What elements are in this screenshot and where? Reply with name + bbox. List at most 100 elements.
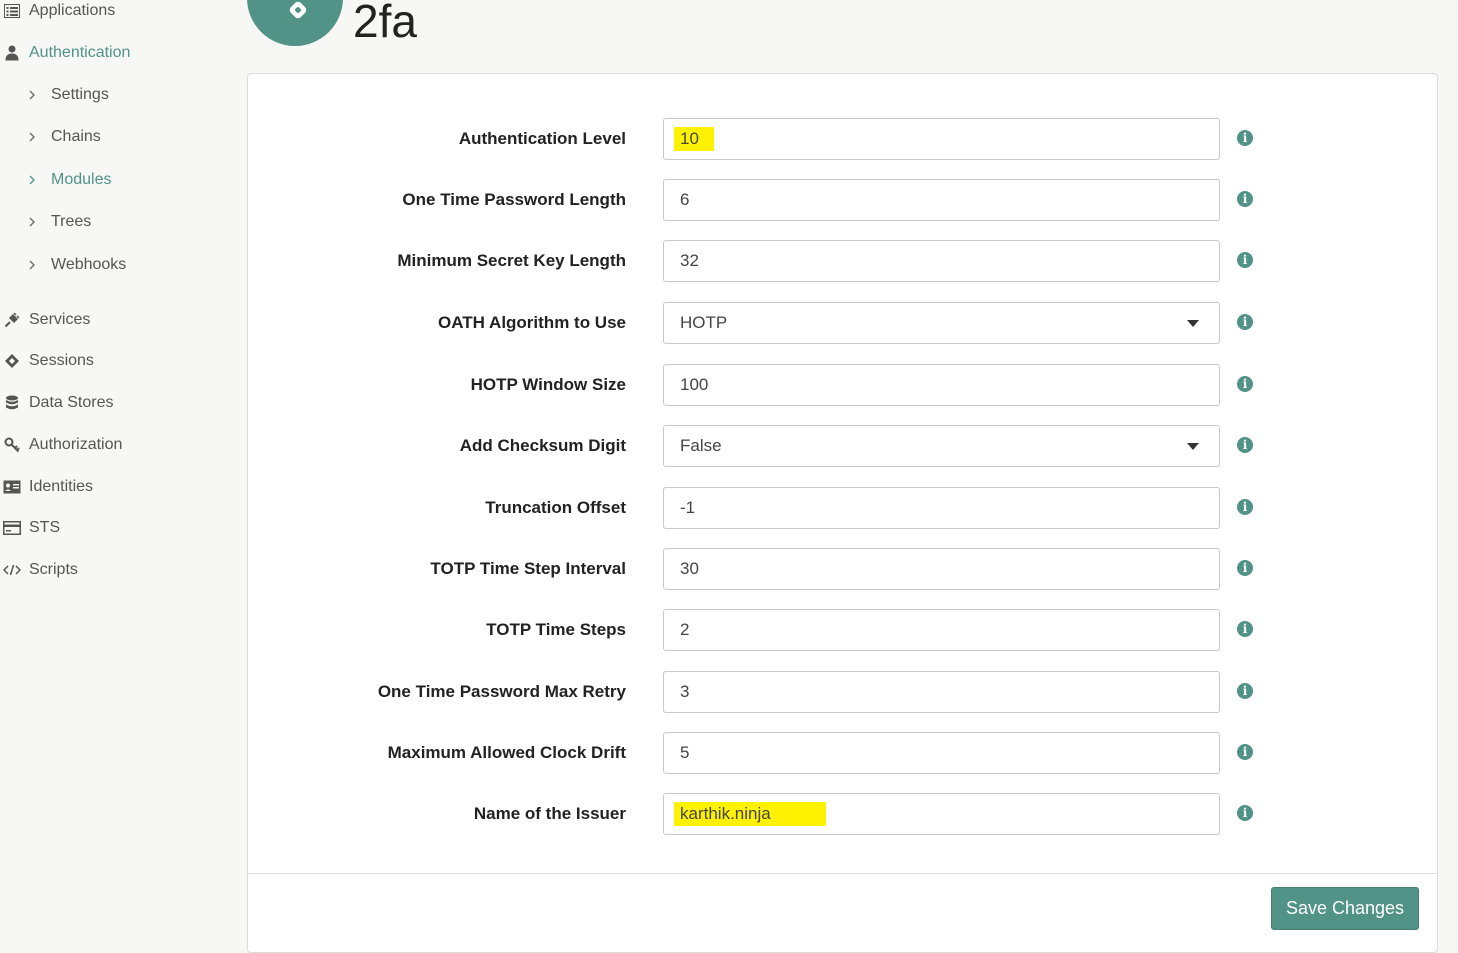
- form-row: TOTP Time Steps 2 i: [248, 609, 1438, 651]
- field-value: 30: [680, 559, 699, 578]
- sidebar-subitem-label: Settings: [51, 86, 109, 103]
- sidebar-item-applications[interactable]: Applications: [0, 0, 115, 28]
- sidebar-item-services[interactable]: Services: [0, 303, 90, 337]
- field-label: Minimum Secret Key Length: [397, 251, 626, 270]
- sidebar-subitem-webhooks[interactable]: Webhooks: [28, 248, 126, 282]
- text-input[interactable]: 30: [663, 548, 1220, 590]
- module-logo: [247, 0, 343, 46]
- credit-card-icon: [3, 519, 21, 537]
- form-row: Name of the Issuer karthik.ninja i: [248, 793, 1438, 835]
- field-label: One Time Password Max Retry: [377, 682, 626, 701]
- key-icon: [3, 436, 21, 454]
- info-icon[interactable]: i: [1237, 621, 1253, 637]
- sidebar-subitem-modules[interactable]: Modules: [28, 163, 111, 197]
- sidebar-subitem-trees[interactable]: Trees: [28, 205, 91, 239]
- form-row: Minimum Secret Key Length 32 i: [248, 240, 1438, 282]
- info-icon[interactable]: i: [1237, 314, 1253, 330]
- info-icon[interactable]: i: [1237, 805, 1253, 821]
- info-icon[interactable]: i: [1237, 683, 1253, 699]
- sidebar-item-sts[interactable]: STS: [0, 511, 60, 545]
- sidebar-subitem-settings[interactable]: Settings: [28, 78, 109, 112]
- chevron-right-icon: [28, 260, 42, 270]
- text-input[interactable]: 3: [663, 671, 1220, 713]
- sidebar-subitem-label: Chains: [51, 128, 101, 145]
- text-input[interactable]: -1: [663, 487, 1220, 529]
- sidebar-item-identities[interactable]: Identities: [0, 470, 93, 504]
- caret-down-icon[interactable]: [1187, 443, 1199, 450]
- divider: [248, 873, 1438, 874]
- save-changes-button[interactable]: Save Changes: [1271, 887, 1419, 930]
- plug-icon: [3, 311, 21, 329]
- user-icon: [3, 44, 21, 62]
- text-input[interactable]: 6: [663, 179, 1220, 221]
- link-icon: [287, 0, 309, 21]
- sidebar: Applications Authentication Settings Cha…: [0, 0, 240, 938]
- form-row: Add Checksum Digit False i: [248, 425, 1438, 467]
- sidebar-item-authentication[interactable]: Authentication: [0, 36, 130, 70]
- module-settings-card: Authentication Level 10 i One Time Password…: [247, 73, 1438, 953]
- sidebar-item-data-stores[interactable]: Data Stores: [0, 386, 113, 420]
- form-row: OATH Algorithm to Use HOTP i: [248, 302, 1438, 344]
- sidebar-item-label: Authentication: [29, 44, 131, 61]
- field-label: Add Checksum Digit: [459, 436, 626, 455]
- sidebar-item-label: Scripts: [29, 561, 78, 578]
- caret-down-icon[interactable]: [1187, 320, 1199, 327]
- select-field[interactable]: HOTP: [663, 302, 1220, 344]
- info-icon[interactable]: i: [1237, 560, 1253, 576]
- field-label: OATH Algorithm to Use: [438, 313, 626, 332]
- chevron-right-icon: [28, 175, 42, 185]
- sidebar-item-label: Applications: [29, 2, 116, 19]
- form-row: Truncation Offset -1 i: [248, 487, 1438, 529]
- chevron-right-icon: [28, 132, 42, 142]
- field-value: 3: [680, 682, 690, 701]
- sidebar-subitem-label: Modules: [51, 171, 112, 188]
- field-value: 10: [680, 129, 699, 148]
- info-icon[interactable]: i: [1237, 376, 1253, 392]
- field-value: 32: [680, 251, 699, 270]
- field-label: Name of the Issuer: [473, 804, 626, 823]
- ticket-icon: [3, 352, 21, 370]
- field-value: karthik.ninja: [680, 804, 771, 823]
- sidebar-item-label: Services: [29, 311, 91, 328]
- sidebar-subitem-label: Webhooks: [51, 256, 127, 273]
- sidebar-item-label: Data Stores: [29, 394, 114, 411]
- text-input[interactable]: 32: [663, 240, 1220, 282]
- field-value: -1: [680, 498, 696, 517]
- chevron-right-icon: [28, 90, 42, 100]
- page-title: 2fa: [353, 0, 417, 47]
- info-icon[interactable]: i: [1237, 130, 1253, 146]
- field-label: Authentication Level: [458, 129, 626, 148]
- form-row: Authentication Level 10 i: [248, 118, 1438, 160]
- id-card-icon: [3, 478, 21, 496]
- text-input[interactable]: 10: [663, 118, 1220, 160]
- info-icon[interactable]: i: [1237, 499, 1253, 515]
- text-input[interactable]: 100: [663, 364, 1220, 406]
- field-label: TOTP Time Step Interval: [430, 559, 626, 578]
- sidebar-item-authorization[interactable]: Authorization: [0, 428, 122, 462]
- sidebar-item-scripts[interactable]: Scripts: [0, 553, 78, 587]
- info-icon[interactable]: i: [1237, 744, 1253, 760]
- select-field[interactable]: False: [663, 425, 1220, 467]
- form-row: TOTP Time Step Interval 30 i: [248, 548, 1438, 590]
- text-input[interactable]: 5: [663, 732, 1220, 774]
- text-input[interactable]: 2: [663, 609, 1220, 651]
- form-row: Maximum Allowed Clock Drift 5 i: [248, 732, 1438, 774]
- form-row: One Time Password Max Retry 3 i: [248, 671, 1438, 713]
- sidebar-item-sessions[interactable]: Sessions: [0, 344, 94, 378]
- info-icon[interactable]: i: [1237, 437, 1253, 453]
- info-icon[interactable]: i: [1237, 252, 1253, 268]
- info-icon[interactable]: i: [1237, 191, 1253, 207]
- text-input[interactable]: karthik.ninja: [663, 793, 1220, 835]
- sidebar-subitem-chains[interactable]: Chains: [28, 120, 101, 154]
- sidebar-subitem-label: Trees: [51, 213, 92, 230]
- field-value: 2: [680, 620, 690, 639]
- field-label: TOTP Time Steps: [486, 620, 626, 639]
- field-label: Maximum Allowed Clock Drift: [387, 743, 626, 762]
- sidebar-item-label: Sessions: [29, 352, 94, 369]
- field-label: Truncation Offset: [485, 498, 626, 517]
- database-icon: [3, 394, 21, 412]
- chevron-right-icon: [28, 217, 42, 227]
- sidebar-item-label: Authorization: [29, 436, 123, 453]
- form-row: HOTP Window Size 100 i: [248, 364, 1438, 406]
- code-icon: [3, 561, 21, 579]
